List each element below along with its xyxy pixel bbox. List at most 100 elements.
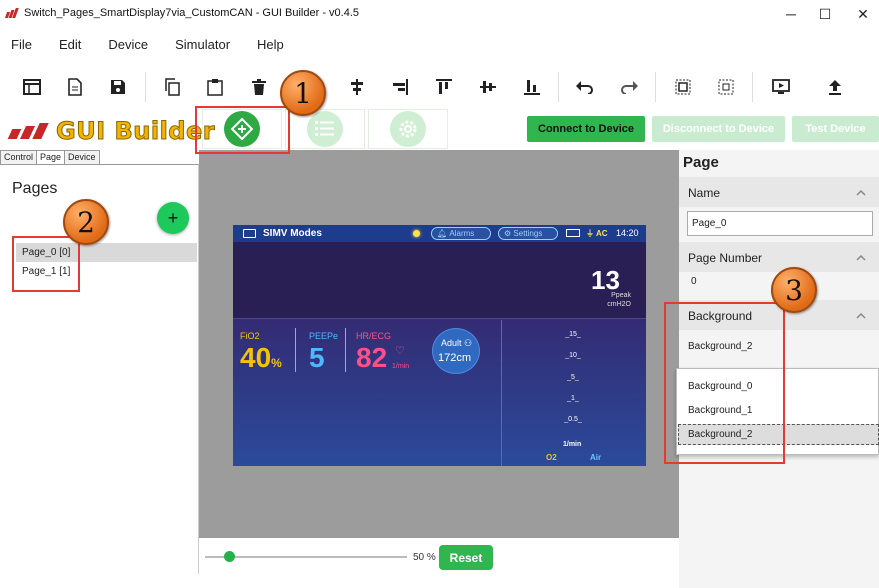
- save-icon[interactable]: [108, 77, 128, 97]
- value-separator: [295, 328, 296, 372]
- disconnect-device-button[interactable]: Disconnect to Device: [652, 116, 785, 142]
- settings-pill: ⚙ Settings: [498, 227, 558, 240]
- gear-icon: ⚙: [504, 229, 512, 238]
- gui-builder-logo: GUI Builder: [7, 117, 216, 146]
- page-number-value: 0: [691, 276, 697, 287]
- tab-page[interactable]: Page: [36, 150, 66, 165]
- ungroup-icon[interactable]: [716, 77, 736, 97]
- upload-icon[interactable]: [825, 77, 845, 97]
- logo-text: GUI Builder: [55, 117, 216, 146]
- undo-icon[interactable]: [575, 77, 595, 97]
- group-icon[interactable]: [673, 77, 693, 97]
- chevron-up-icon[interactable]: [856, 311, 866, 321]
- value-separator: [345, 328, 346, 372]
- flow-scale-tick: _0.5_: [564, 416, 582, 423]
- menu-edit[interactable]: Edit: [59, 37, 81, 52]
- title-bar: Switch_Pages_SmartDisplay7via_CustomCAN …: [0, 0, 879, 28]
- peep-label: PEEPe: [309, 331, 339, 341]
- pressure-waveform-area: [233, 242, 646, 319]
- zoom-slider-track[interactable]: [205, 556, 407, 558]
- menu-file[interactable]: File: [11, 37, 32, 52]
- zoom-slider-handle[interactable]: [224, 551, 235, 562]
- ac-indicator: ⏚ AC: [586, 229, 608, 238]
- alarms-pill: 🔔︎ Alarms: [431, 227, 491, 240]
- paste-icon[interactable]: [205, 77, 225, 97]
- brand-mark-icon: [7, 121, 54, 141]
- connect-to-device-button[interactable]: Connect to Device: [527, 116, 645, 142]
- settings-mode-icon: [390, 111, 426, 147]
- menu-device[interactable]: Device: [108, 37, 148, 52]
- alarms-label: Alarms: [449, 229, 475, 238]
- chevron-up-icon[interactable]: [856, 188, 866, 198]
- delete-icon[interactable]: [249, 77, 269, 97]
- device-screen-preview[interactable]: SIMV Modes 🔔︎ Alarms ⚙ Settings ⏚ AC 14:…: [233, 225, 646, 466]
- heart-icon: ♡: [395, 345, 405, 357]
- redo-icon[interactable]: [619, 77, 639, 97]
- tab-device[interactable]: Device: [64, 150, 100, 164]
- bell-icon: 🔔︎: [437, 229, 448, 238]
- flow-scale-tick: _10_: [565, 352, 581, 359]
- annotation-badge-2: 2: [63, 199, 109, 245]
- preview-icon[interactable]: [771, 77, 791, 97]
- menu-bar: File Edit Device Simulator Help: [0, 30, 879, 58]
- align-middle-icon[interactable]: [478, 77, 498, 97]
- sun-icon: [413, 230, 420, 237]
- page-icon: [243, 229, 256, 238]
- annotation-box-3: [664, 302, 785, 464]
- flow-scale-tick: _15_: [565, 331, 581, 338]
- window-title: Switch_Pages_SmartDisplay7via_CustomCAN …: [24, 7, 360, 19]
- patient-type-badge: [432, 328, 480, 374]
- patient-type-label: Adult ⚇: [441, 338, 472, 349]
- align-bottom-icon[interactable]: [522, 77, 542, 97]
- fio2-value: 40%: [240, 342, 282, 374]
- flow-unit: 1/min: [563, 441, 582, 448]
- flow-scale-tick: _1_: [567, 395, 579, 402]
- hr-unit: 1/min: [392, 363, 410, 370]
- page-name-input[interactable]: [687, 211, 873, 236]
- list-mode-icon: [307, 111, 343, 147]
- menu-simulator[interactable]: Simulator: [175, 37, 230, 52]
- document-icon[interactable]: [65, 77, 85, 97]
- ppeak-label: Ppeak: [611, 292, 631, 299]
- align-top-icon[interactable]: [434, 77, 454, 97]
- hr-value: 82: [356, 342, 388, 373]
- panel-divider: [501, 320, 502, 466]
- new-page-icon[interactable]: [22, 77, 42, 97]
- annotation-badge-1: 1: [280, 70, 326, 116]
- reset-zoom-button[interactable]: Reset: [439, 545, 493, 570]
- battery-icon: [566, 229, 580, 237]
- fio2-number: 40: [240, 342, 272, 373]
- annotation-box-1: [195, 106, 290, 154]
- person-icon: ⚇: [464, 338, 473, 348]
- copy-icon[interactable]: [162, 77, 182, 97]
- patient-height: 172cm: [438, 352, 472, 364]
- app-logo-icon: [4, 8, 19, 18]
- settings-mode-button[interactable]: [368, 109, 448, 149]
- pages-title: Pages: [12, 180, 58, 197]
- close-button[interactable]: ✕: [840, 0, 879, 28]
- test-device-button[interactable]: Test Device: [792, 116, 879, 142]
- menu-help[interactable]: Help: [257, 37, 284, 52]
- o2-label: O2: [546, 453, 557, 462]
- adult-label: Adult: [441, 338, 462, 348]
- annotation-box-2: [12, 236, 80, 292]
- device-time: 14:20: [616, 228, 639, 238]
- align-right-icon[interactable]: [390, 77, 410, 97]
- peep-value: 5: [309, 342, 325, 373]
- chevron-up-icon[interactable]: [856, 253, 866, 263]
- device-mode-title: SIMV Modes: [263, 228, 322, 239]
- air-label: Air: [590, 453, 602, 462]
- properties-title: Page: [683, 154, 719, 171]
- ppeak-unit: cmH2O: [607, 301, 631, 308]
- fio2-label: FiO2: [240, 331, 260, 341]
- tab-control[interactable]: Control: [0, 150, 38, 164]
- align-center-icon[interactable]: [347, 77, 367, 97]
- annotation-badge-3: 3: [771, 267, 817, 313]
- page-number-section-label: Page Number: [688, 251, 763, 265]
- flow-scale-tick: _5_: [567, 374, 579, 381]
- settings-label: Settings: [513, 229, 543, 238]
- zoom-level: 50 %: [413, 552, 436, 563]
- ac-label: AC: [595, 229, 608, 238]
- fio2-unit: %: [271, 356, 282, 370]
- add-page-button[interactable]: +: [157, 202, 189, 234]
